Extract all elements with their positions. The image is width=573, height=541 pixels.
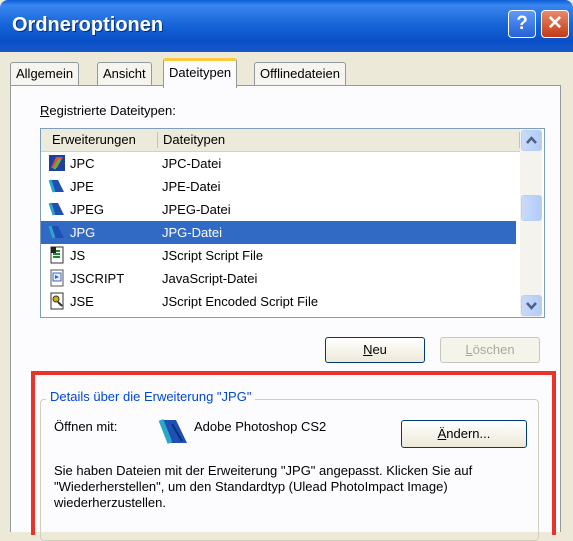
- list-header: Erweiterungen Dateitypen: [41, 129, 521, 152]
- generic-file-icon: [50, 269, 64, 287]
- encoded-script-icon: [50, 292, 64, 310]
- new-button[interactable]: Neu: [325, 337, 425, 363]
- ext-cell: JSCRIPT: [70, 271, 125, 286]
- delete-button[interactable]: Löschen: [440, 337, 540, 363]
- type-cell: JPG-Datei: [162, 225, 222, 240]
- tab-allgemein[interactable]: Allgemein: [10, 62, 80, 85]
- photoshop-doc-icon: [48, 202, 64, 216]
- type-cell: JPE-Datei: [162, 179, 221, 194]
- list-item-jpc[interactable]: JPC JPC-Datei: [41, 152, 516, 175]
- ext-cell: JS: [70, 248, 86, 263]
- highlight-annotation-box: [31, 371, 556, 535]
- type-cell: JPC-Datei: [162, 156, 222, 171]
- column-header-extensions[interactable]: Erweiterungen: [47, 129, 157, 151]
- vertical-scrollbar[interactable]: [520, 129, 542, 317]
- ext-cell: JPE: [70, 179, 94, 194]
- list-item-jscript[interactable]: JSCRIPT JavaScript-Datei: [41, 267, 516, 290]
- chevron-down-icon: [526, 302, 537, 310]
- scroll-thumb[interactable]: [521, 195, 542, 221]
- list-item-jse[interactable]: JSE JScript Encoded Script File: [41, 290, 516, 313]
- file-types-list[interactable]: Erweiterungen Dateitypen JPC JPC-Datei J…: [40, 128, 545, 318]
- list-item-jpeg[interactable]: JPEG JPEG-Datei: [41, 198, 516, 221]
- list-item-jpg[interactable]: JPG JPG-Datei: [41, 221, 516, 244]
- script-file-icon: [50, 246, 64, 264]
- column-header-types[interactable]: Dateitypen: [158, 129, 463, 151]
- list-item-jpe[interactable]: JPE JPE-Datei: [41, 175, 516, 198]
- help-icon: ?: [516, 13, 528, 34]
- photoshop-doc-icon: [48, 179, 64, 193]
- photoshop-doc-icon: [48, 225, 64, 239]
- tab-dateitypen[interactable]: Dateitypen: [163, 58, 238, 88]
- title-bar[interactable]: Ordneroptionen ? ✕: [0, 0, 573, 52]
- type-cell: JScript Script File: [162, 248, 264, 263]
- list-item-js[interactable]: JS JScript Script File: [41, 244, 516, 267]
- chevron-up-icon: [526, 136, 537, 144]
- type-cell: JPEG-Datei: [162, 202, 231, 217]
- help-button[interactable]: ?: [508, 10, 536, 38]
- type-cell: JavaScript-Datei: [162, 271, 258, 286]
- type-cell: JScript Encoded Script File: [162, 294, 319, 309]
- tab-ansicht[interactable]: Ansicht: [97, 62, 152, 85]
- ext-cell: JSE: [70, 294, 94, 309]
- ext-cell: JPEG: [70, 202, 104, 217]
- ext-cell: JPC: [70, 156, 95, 171]
- scroll-down-button[interactable]: [521, 295, 542, 316]
- close-icon: ✕: [547, 13, 563, 34]
- window-title: Ordneroptionen: [12, 14, 164, 36]
- ext-cell: JPG: [70, 225, 96, 240]
- scroll-up-button[interactable]: [521, 130, 542, 151]
- close-button[interactable]: ✕: [541, 10, 569, 38]
- tab-offlinedateien[interactable]: Offlinedateien: [254, 62, 346, 85]
- photoshop-doc-icon: [49, 155, 65, 171]
- registered-types-label: Registrierte Dateitypen:: [40, 103, 176, 118]
- tab-strip: Allgemein Ansicht Dateitypen Offlinedate…: [10, 58, 570, 88]
